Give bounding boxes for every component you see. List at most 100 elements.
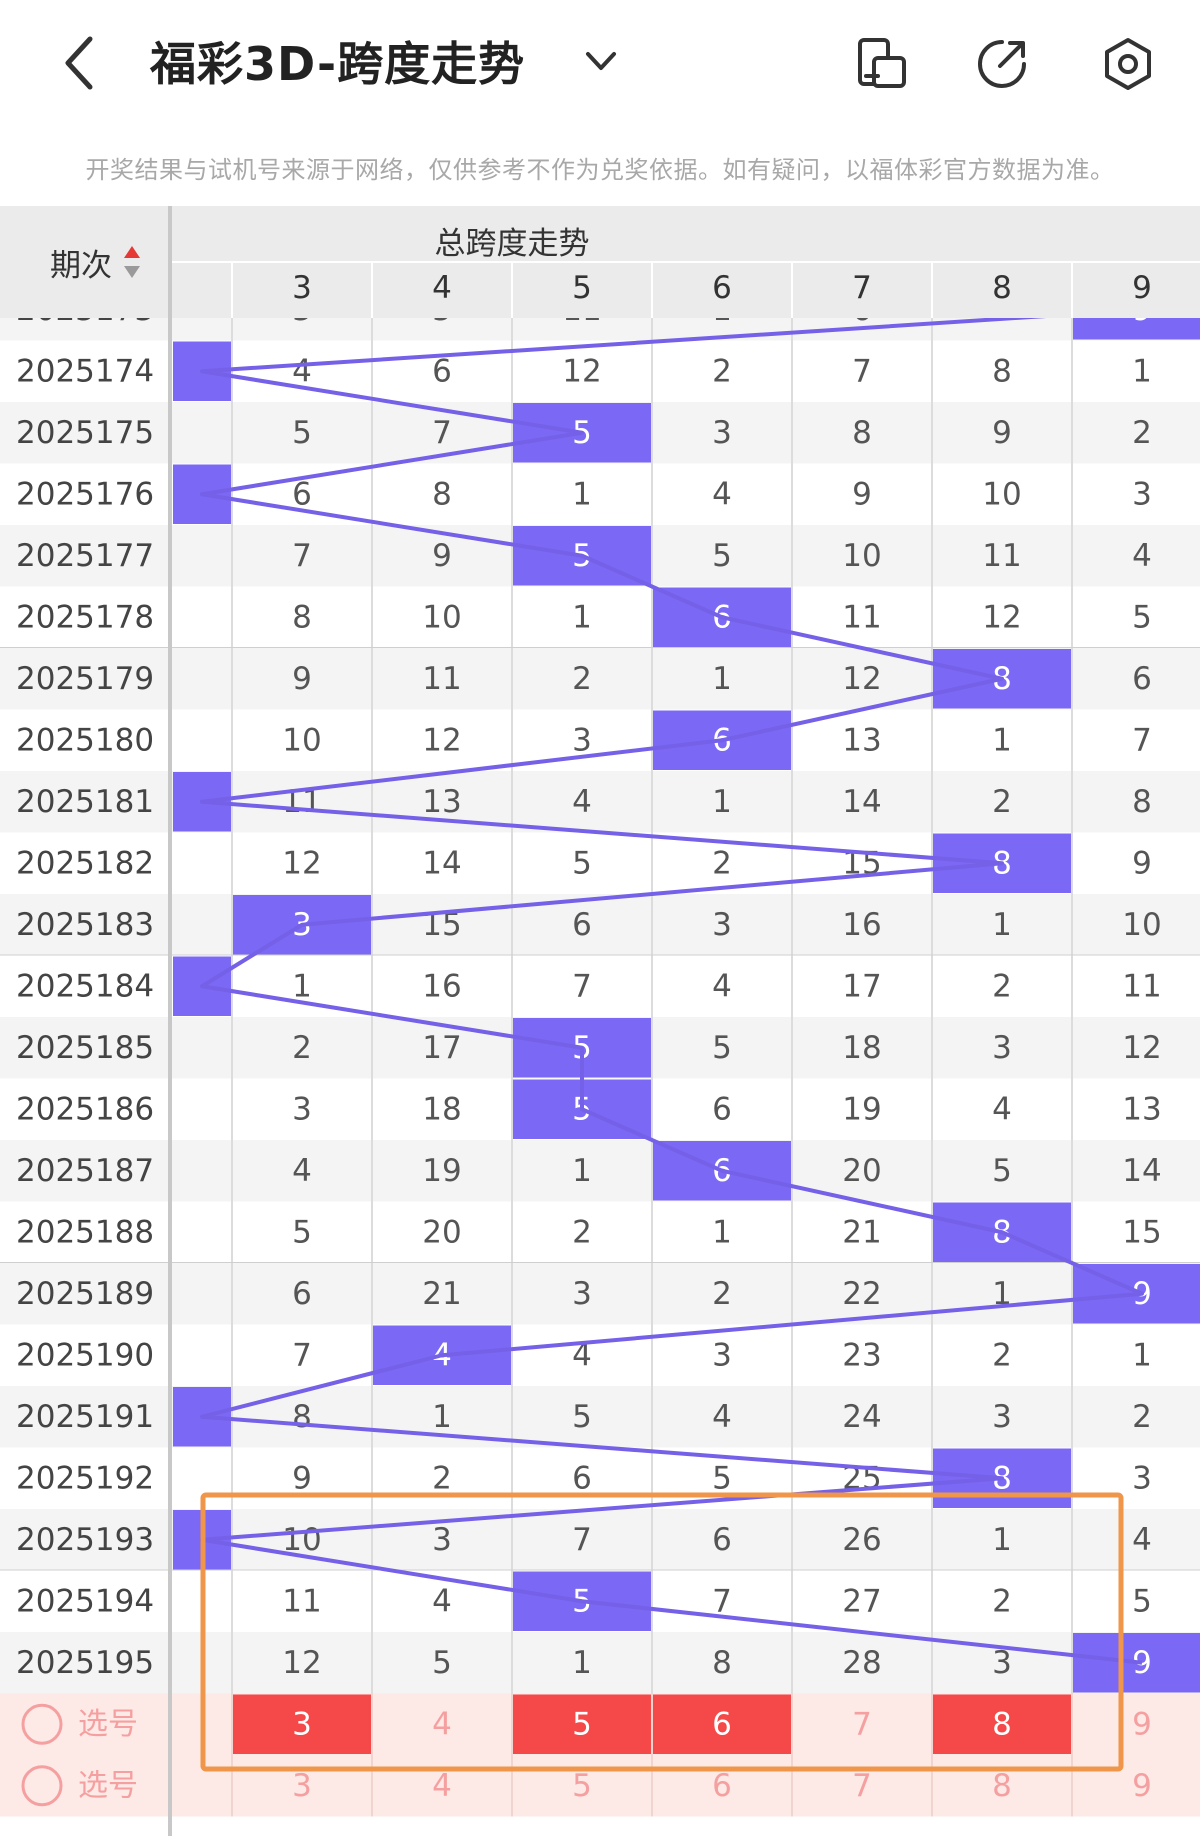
cell-value: 1 <box>572 1153 592 1189</box>
row-background <box>0 1324 1200 1386</box>
cell-value: 10 <box>982 476 1021 512</box>
cell-value: 10 <box>422 599 461 635</box>
table-row[interactable]: 2025178 8 10 1 6 11 12 5 <box>0 586 1200 649</box>
cell-value: 17 <box>422 1030 461 1066</box>
cell-value: 6 <box>572 907 592 943</box>
cell-value: 2 <box>572 661 592 697</box>
period-cell: 2025188 <box>16 1214 154 1250</box>
table-row[interactable]: 2025188 5 20 2 1 21 8 15 <box>0 1201 1200 1264</box>
chevron-down-icon[interactable] <box>580 40 622 82</box>
cell-value: 2 <box>292 1030 312 1066</box>
cell-value: 18 <box>422 1091 461 1127</box>
cell-value: 7 <box>572 968 592 1004</box>
cell-value: 28 <box>842 1645 881 1681</box>
table-row[interactable]: 2025174 4 6 12 2 7 8 1 <box>0 340 1200 403</box>
table-row[interactable]: 2025179 9 11 2 1 12 8 6 <box>0 648 1200 710</box>
cell-value: 12 <box>422 722 461 758</box>
cell-value: 11 <box>982 538 1021 574</box>
period-cell: 2025185 <box>16 1030 154 1066</box>
table-row[interactable]: 2025181 11 13 4 1 14 2 8 <box>0 771 1200 833</box>
cell-value: 6 <box>572 1460 592 1496</box>
table-row[interactable]: 2025173 3 5 11 1 6 7 9 <box>0 279 1200 341</box>
cell-value: 27 <box>842 1583 881 1619</box>
row-background <box>0 709 1200 771</box>
cell-value: 24 <box>842 1399 881 1435</box>
cell-value: 5 <box>432 1645 452 1681</box>
pick-value: 8 <box>992 1768 1012 1804</box>
table-row[interactable]: 2025192 9 2 6 5 25 8 3 <box>0 1447 1200 1510</box>
table-row[interactable]: 2025177 7 9 5 5 10 11 4 <box>0 525 1200 587</box>
cell-value: 8 <box>992 353 1012 389</box>
cell-value: 20 <box>422 1214 461 1250</box>
cell-value: 4 <box>712 1399 732 1435</box>
column-header-4: 4 <box>432 270 452 306</box>
pick-value: 7 <box>852 1706 872 1742</box>
pick-row: 选号 3 4 5 6 7 8 9 <box>0 1755 1200 1817</box>
cell-value: 9 <box>1132 845 1152 881</box>
period-cell: 2025187 <box>16 1153 154 1189</box>
table-row[interactable]: 2025180 10 12 3 6 13 1 7 <box>0 709 1200 772</box>
cell-value: 19 <box>842 1091 881 1127</box>
period-cell: 2025193 <box>16 1522 154 1558</box>
table-row[interactable]: 2025195 12 5 1 8 28 3 9 <box>0 1632 1200 1694</box>
cell-value: 1 <box>712 661 732 697</box>
cell-value: 5 <box>572 845 592 881</box>
row-background <box>0 894 1200 956</box>
table-row[interactable]: 2025190 7 4 4 3 23 2 1 <box>0 1324 1200 1387</box>
cell-value: 9 <box>852 476 872 512</box>
cell-value: 1 <box>1132 353 1152 389</box>
layout-switch-icon[interactable] <box>852 34 912 94</box>
cell-value: 14 <box>422 845 461 881</box>
pick-selected-value: 6 <box>712 1706 732 1742</box>
cell-value: 22 <box>842 1276 881 1312</box>
cell-value: 8 <box>712 1645 732 1681</box>
table-row[interactable]: 2025175 5 7 5 3 8 9 2 <box>0 402 1200 464</box>
cell-value: 5 <box>992 1153 1012 1189</box>
table-row[interactable]: 2025184 1 16 7 4 17 2 11 <box>0 955 1200 1018</box>
cell-value: 12 <box>842 661 881 697</box>
cell-value: 12 <box>1122 1030 1161 1066</box>
cell-value: 16 <box>422 968 461 1004</box>
cell-value: 1 <box>572 1645 592 1681</box>
settings-icon[interactable] <box>1098 34 1158 94</box>
table-row[interactable]: 2025193 10 3 7 6 26 1 4 <box>0 1509 1200 1572</box>
cell-value: 1 <box>572 476 592 512</box>
table-row[interactable]: 2025176 6 8 1 4 9 10 3 <box>0 463 1200 526</box>
cell-value: 3 <box>1132 1460 1152 1496</box>
table-row[interactable]: 2025185 2 17 5 5 18 3 12 <box>0 1017 1200 1079</box>
pick-row: 选号 3 4 5 6 7 8 9 <box>0 1693 1200 1755</box>
cell-value: 12 <box>282 1645 321 1681</box>
period-cell: 2025180 <box>16 722 154 758</box>
cell-value: 21 <box>842 1214 881 1250</box>
cell-value: 1 <box>712 1214 732 1250</box>
period-cell: 2025179 <box>16 661 154 697</box>
trend-table: 期次 总跨度走势 3 4 5 6 7 8 9 2025173 3 5 11 1 6 7 9 2025174 4 6… <box>0 206 1200 1836</box>
cell-value: 3 <box>572 1276 592 1312</box>
cell-value: 6 <box>292 1276 312 1312</box>
pick-value: 7 <box>852 1768 872 1804</box>
cell-value: 2 <box>712 1276 732 1312</box>
period-cell: 2025192 <box>16 1460 154 1496</box>
share-icon[interactable] <box>972 34 1032 94</box>
cell-value: 8 <box>852 415 872 451</box>
cell-value: 5 <box>712 1030 732 1066</box>
cell-value: 4 <box>1132 538 1152 574</box>
cell-value: 5 <box>712 538 732 574</box>
cell-value: 21 <box>422 1276 461 1312</box>
table-row[interactable]: 2025187 4 19 1 6 20 5 14 <box>0 1140 1200 1202</box>
table-row[interactable]: 2025186 3 18 5 6 19 4 13 <box>0 1078 1200 1141</box>
pick-value: 4 <box>432 1706 452 1742</box>
period-cell: 2025182 <box>16 845 154 881</box>
cell-value: 11 <box>422 661 461 697</box>
back-button[interactable] <box>50 30 110 95</box>
period-cell: 2025189 <box>16 1276 154 1312</box>
table-row[interactable]: 2025182 12 14 5 2 15 8 9 <box>0 832 1200 895</box>
table-row[interactable]: 2025191 8 1 5 4 24 3 2 <box>0 1386 1200 1448</box>
cell-value: 3 <box>712 415 732 451</box>
cell-value: 8 <box>432 476 452 512</box>
pick-value: 4 <box>432 1768 452 1804</box>
period-cell: 2025175 <box>16 415 154 451</box>
table-row[interactable]: 2025183 3 15 6 3 16 1 10 <box>0 894 1200 957</box>
table-row[interactable]: 2025189 6 21 3 2 22 1 9 <box>0 1263 1200 1325</box>
cell-value: 18 <box>842 1030 881 1066</box>
